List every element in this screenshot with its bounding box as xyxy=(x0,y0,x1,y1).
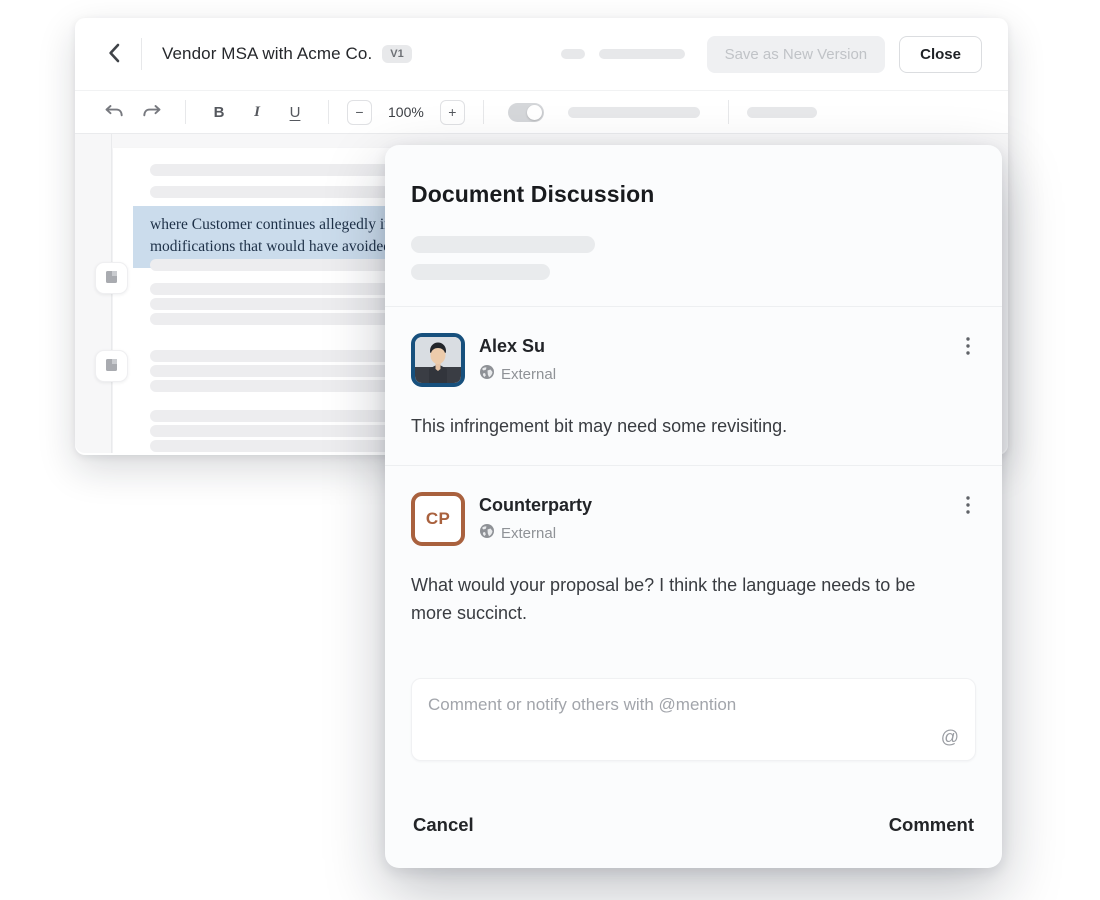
skeleton-pill xyxy=(411,236,595,253)
comment-input[interactable] xyxy=(412,679,975,760)
avatar-photo-image xyxy=(415,337,461,383)
document-title: Vendor MSA with Acme Co. xyxy=(162,44,372,64)
skeleton-pill xyxy=(411,264,550,280)
titlebar-divider xyxy=(141,38,142,70)
skeleton-pill xyxy=(599,49,685,59)
avatar: CP xyxy=(411,492,465,546)
panel-header: Document Discussion xyxy=(385,145,1002,306)
avatar xyxy=(411,333,465,387)
document-page-icon xyxy=(105,270,118,287)
margin-comment-button[interactable] xyxy=(95,350,128,382)
mention-icon[interactable]: @ xyxy=(941,727,959,748)
comment-text: This infringement bit may need some revi… xyxy=(411,413,951,441)
toolbar: B I U − 100% + xyxy=(75,90,1008,134)
titlebar-right: Save as New Version Close xyxy=(561,36,982,73)
margin-comment-button[interactable] xyxy=(95,262,128,294)
bold-button[interactable]: B xyxy=(204,98,234,126)
author-block: Counterparty External xyxy=(479,492,592,544)
chevron-left-icon xyxy=(107,43,121,66)
version-badge: V1 xyxy=(382,45,411,63)
comment-header: Alex Su External xyxy=(411,333,976,387)
comment-composer: @ xyxy=(411,678,976,761)
author-name: Counterparty xyxy=(479,495,592,516)
comment-counterparty: CP Counterparty External xyxy=(385,466,1002,652)
comment-submit-button[interactable]: Comment xyxy=(889,814,974,836)
external-badge: External xyxy=(479,364,556,385)
undo-icon xyxy=(104,104,124,121)
underline-button[interactable]: U xyxy=(280,98,310,126)
toggle-knob xyxy=(527,105,542,120)
globe-icon xyxy=(479,523,495,544)
redo-button[interactable] xyxy=(137,98,167,126)
toolbar-toggle[interactable] xyxy=(508,103,544,122)
screenshot-stage: Vendor MSA with Acme Co. V1 Save as New … xyxy=(0,0,1100,900)
zoom-in-button[interactable]: + xyxy=(440,100,465,125)
toolbar-divider xyxy=(483,100,484,124)
author-block: Alex Su External xyxy=(479,333,556,385)
toolbar-divider xyxy=(728,100,729,124)
discussion-panel: Document Discussion xyxy=(385,145,1002,868)
zoom-level: 100% xyxy=(388,104,424,120)
comment-text: What would your proposal be? I think the… xyxy=(411,572,951,628)
back-button[interactable] xyxy=(101,41,127,67)
close-button[interactable]: Close xyxy=(899,36,982,73)
redo-icon xyxy=(142,104,162,121)
zoom-out-button[interactable]: − xyxy=(347,100,372,125)
kebab-icon xyxy=(966,502,970,517)
undo-button[interactable] xyxy=(99,98,129,126)
external-label: External xyxy=(501,525,556,542)
titlebar: Vendor MSA with Acme Co. V1 Save as New … xyxy=(75,18,1008,90)
document-page-icon xyxy=(105,358,118,375)
skeleton-pill xyxy=(568,107,700,118)
author-name: Alex Su xyxy=(479,336,556,357)
italic-button[interactable]: I xyxy=(242,98,272,126)
avatar-initials: CP xyxy=(426,509,450,529)
save-as-new-version-button[interactable]: Save as New Version xyxy=(707,36,886,73)
comment-menu-button[interactable] xyxy=(960,492,976,521)
globe-icon xyxy=(479,364,495,385)
toolbar-divider xyxy=(328,100,329,124)
panel-footer: Cancel Comment xyxy=(385,790,1002,868)
panel-title: Document Discussion xyxy=(411,181,976,208)
skeleton-pill xyxy=(747,107,817,118)
toolbar-divider xyxy=(185,100,186,124)
external-badge: External xyxy=(479,523,592,544)
skeleton-pill xyxy=(561,49,585,59)
cancel-button[interactable]: Cancel xyxy=(413,814,474,836)
kebab-icon xyxy=(966,343,970,358)
comment-header: CP Counterparty External xyxy=(411,492,976,546)
external-label: External xyxy=(501,366,556,383)
comment-menu-button[interactable] xyxy=(960,333,976,362)
comment-alex-su: Alex Su External This infringement bit m… xyxy=(385,307,1002,465)
